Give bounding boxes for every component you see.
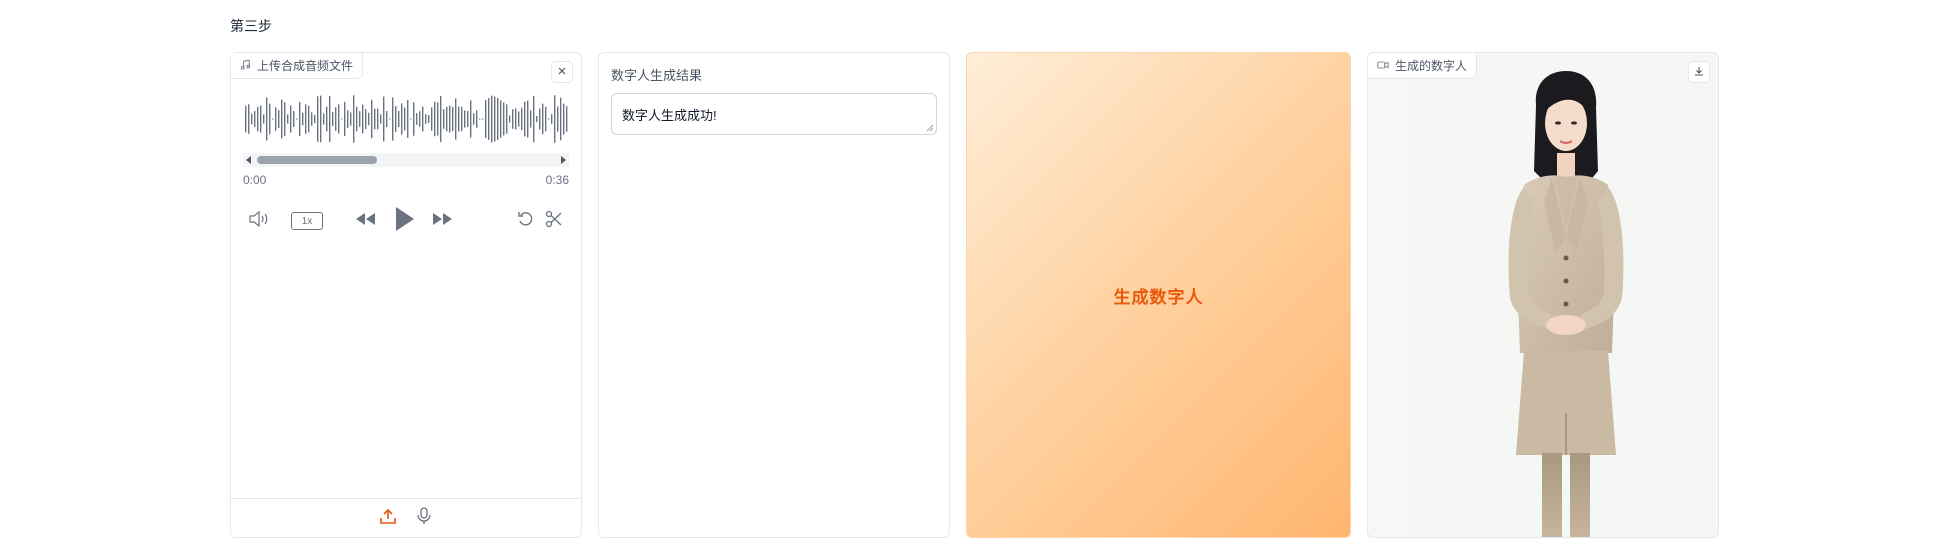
result-message: 数字人生成成功! (622, 108, 717, 123)
video-panel-label-text: 生成的数字人 (1395, 59, 1468, 73)
result-panel: 数字人生成结果 数字人生成成功! (598, 52, 950, 538)
fast-forward-icon (430, 211, 454, 232)
play-button[interactable] (389, 205, 419, 237)
video-camera-icon (1377, 59, 1389, 73)
play-icon (393, 206, 415, 237)
step-title: 第三步 (230, 18, 272, 34)
result-label: 数字人生成结果 (611, 68, 703, 83)
video-panel-label: 生成的数字人 (1368, 53, 1478, 79)
audio-panel-label-text: 上传合成音频文件 (257, 59, 354, 73)
audio-waveform[interactable] (243, 91, 569, 147)
audio-panel-label: 上传合成音频文件 (231, 53, 364, 79)
skip-backward-button[interactable] (353, 205, 379, 237)
digital-human-figure (1508, 71, 1624, 537)
close-icon (557, 63, 567, 81)
audio-upload-panel: 上传合成音频文件 0:00 0:36 1x (230, 52, 582, 538)
playback-controls: 1x (243, 205, 569, 237)
generated-video-panel: 生成的数字人 (1367, 52, 1719, 538)
total-time: 0:36 (545, 173, 569, 187)
microphone-icon (416, 506, 432, 530)
volume-button[interactable] (247, 205, 271, 237)
volume-icon (248, 210, 270, 233)
current-time: 0:00 (243, 173, 267, 187)
trim-button[interactable] (543, 205, 565, 237)
undo-icon (517, 210, 535, 233)
video-player[interactable] (1406, 53, 1718, 537)
record-audio-button[interactable] (413, 506, 435, 530)
result-textbox[interactable]: 数字人生成成功! (611, 93, 937, 135)
undo-button[interactable] (515, 205, 537, 237)
rewind-icon (354, 211, 378, 232)
waveform-scrollbar[interactable] (243, 153, 569, 167)
scissors-icon (545, 210, 563, 233)
generate-digital-human-button[interactable]: 生成数字人 (966, 52, 1351, 538)
upload-audio-button[interactable] (377, 506, 399, 530)
music-note-icon (240, 59, 251, 73)
generate-button-label: 生成数字人 (1113, 287, 1204, 307)
download-icon (1694, 63, 1704, 81)
clear-audio-button[interactable] (551, 61, 573, 83)
audio-source-bar (231, 498, 581, 537)
scroll-thumb (257, 156, 377, 164)
playback-speed-button[interactable]: 1x (291, 212, 323, 230)
resize-grip-icon (926, 124, 934, 132)
upload-icon (379, 507, 397, 530)
skip-forward-button[interactable] (429, 205, 455, 237)
download-video-button[interactable] (1688, 61, 1710, 83)
